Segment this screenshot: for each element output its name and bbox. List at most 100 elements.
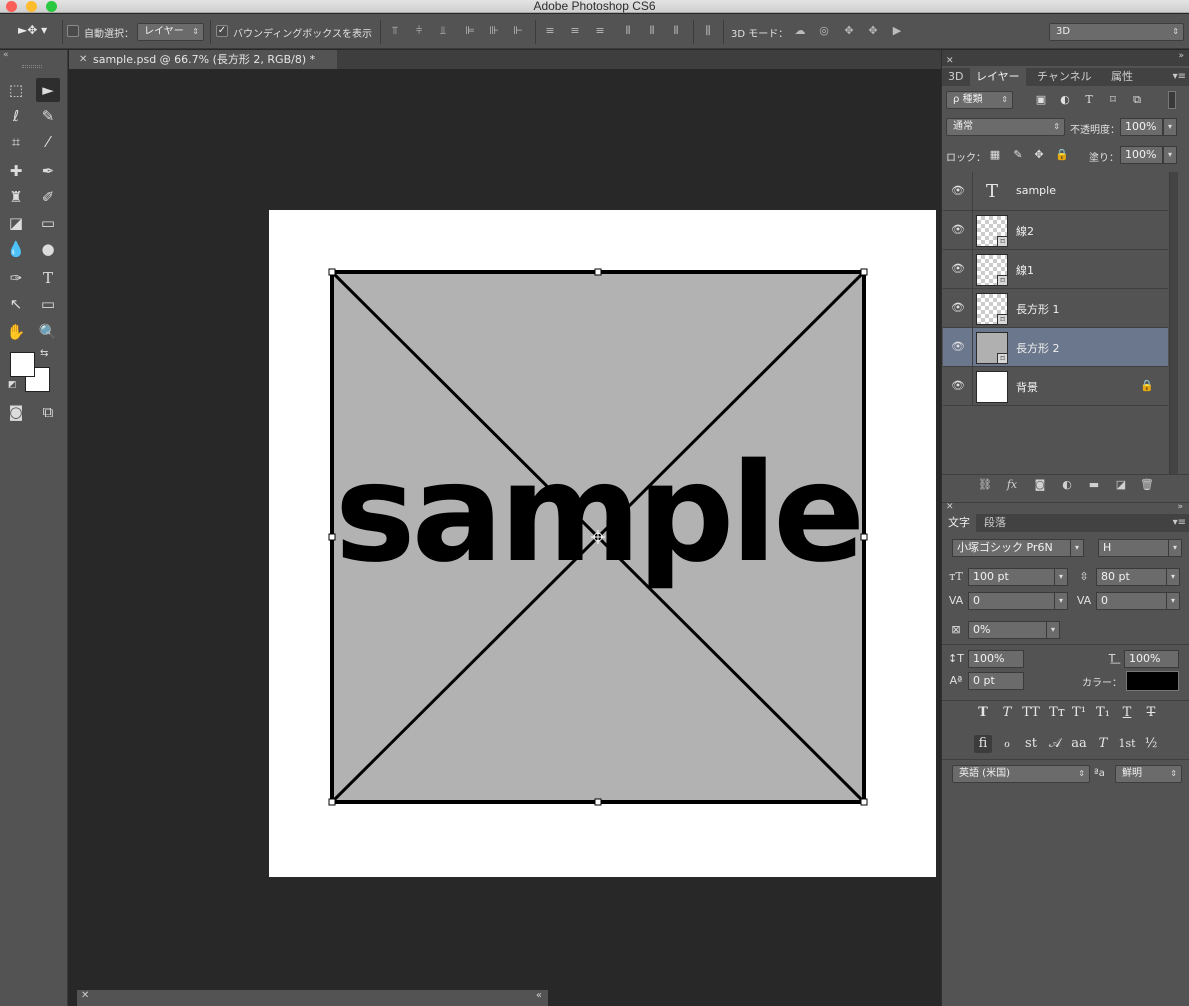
3d-slide-icon[interactable]: ✥ [866, 24, 880, 38]
tracking-field[interactable]: 0 [1096, 592, 1168, 610]
3d-pan-icon[interactable]: ✥ [842, 24, 856, 38]
lasso-tool-icon[interactable]: ℓ [4, 104, 28, 128]
filter-type-icon[interactable]: T [1081, 92, 1097, 108]
3d-roll-icon[interactable]: ◎ [817, 24, 831, 38]
language-dropdown[interactable]: 英語 (米国) ⇕ [952, 765, 1090, 783]
blur-tool-icon[interactable]: 💧 [4, 237, 28, 261]
layer-filter-dropdown[interactable]: ρ 種類 ⇕ [946, 91, 1013, 109]
layer-row[interactable]: 👁 ⌑ 線1 [943, 250, 1168, 289]
distribute-top-icon[interactable]: ≡ [543, 24, 557, 38]
underline-button[interactable]: T [1118, 704, 1136, 722]
collapse-dock-icon[interactable]: » [1178, 51, 1184, 61]
workspace-dropdown[interactable]: 3D ⇕ [1049, 23, 1184, 41]
filter-pixel-icon[interactable]: ▣ [1033, 92, 1049, 108]
align-hcenter-icon[interactable]: ⊪ [487, 24, 501, 38]
close-character-panel-icon[interactable]: ✕ [946, 502, 954, 512]
link-layers-icon[interactable]: ⛓ [977, 477, 993, 493]
filter-adjustment-icon[interactable]: ◐ [1057, 92, 1073, 108]
filter-toggle-switch[interactable] [1168, 91, 1176, 109]
gradient-tool-icon[interactable]: ▭ [36, 211, 60, 235]
font-family-field[interactable]: 小塚ゴシック Pr6N [952, 539, 1076, 557]
visibility-eye-icon[interactable]: 👁 [951, 301, 965, 315]
collapse-character-panel-icon[interactable]: » [1177, 502, 1183, 512]
kerning-dropdown-icon[interactable]: ▾ [1054, 592, 1068, 610]
distribute-right-icon[interactable]: ⦀ [669, 24, 683, 38]
visibility-eye-icon[interactable]: 👁 [951, 340, 965, 354]
visibility-eye-icon[interactable]: 👁 [951, 223, 965, 237]
baseline-shift-field[interactable]: 0 pt [968, 672, 1024, 690]
new-group-icon[interactable]: ▬ [1086, 477, 1102, 493]
hand-tool-icon[interactable]: ✋ [4, 320, 28, 344]
visibility-eye-icon[interactable]: 👁 [951, 184, 965, 198]
close-document-icon[interactable]: ✕ [79, 50, 87, 69]
marquee-tool-icon[interactable]: ⬚ [4, 78, 28, 102]
distribute-bottom-icon[interactable]: ≡ [593, 24, 607, 38]
layer-row[interactable]: 👁 T sample [943, 172, 1168, 211]
filter-shape-icon[interactable]: ⌑ [1105, 92, 1121, 108]
move-tool-icon[interactable]: ► [36, 78, 60, 102]
font-style-field[interactable]: H [1098, 539, 1170, 557]
leading-field[interactable]: 80 pt [1096, 568, 1168, 586]
eraser-tool-icon[interactable]: ◪ [4, 211, 28, 235]
distribute-hcenter-icon[interactable]: ⦀ [645, 24, 659, 38]
opacity-dropdown-icon[interactable]: ▾ [1163, 118, 1177, 136]
document-canvas[interactable]: sample [269, 210, 936, 877]
auto-select-dropdown[interactable]: レイヤー ⇕ [137, 23, 204, 41]
rectangle-tool-icon[interactable]: ▭ [36, 292, 60, 316]
subscript-button[interactable]: T₁ [1094, 704, 1112, 722]
layer-row[interactable]: 👁 ⌑ 線2 [943, 211, 1168, 250]
tsume-field[interactable]: 0% [968, 621, 1048, 639]
align-left-icon[interactable]: ⊫ [463, 24, 477, 38]
healing-brush-tool-icon[interactable]: ✚ [4, 159, 28, 183]
add-mask-icon[interactable]: ◙ [1032, 477, 1048, 493]
quick-selection-tool-icon[interactable]: ✎ [36, 104, 60, 128]
panel-menu-icon[interactable]: ▾≡ [1173, 514, 1186, 532]
panel-menu-icon[interactable]: ▾≡ [1173, 68, 1186, 86]
superscript-button[interactable]: T¹ [1070, 704, 1088, 722]
screen-mode-icon[interactable]: ⧉ [36, 400, 60, 424]
lock-all-icon[interactable]: 🔒 [1054, 147, 1070, 163]
tsume-dropdown-icon[interactable]: ▾ [1046, 621, 1060, 639]
strikethrough-button[interactable]: T [1142, 704, 1160, 722]
visibility-eye-icon[interactable]: 👁 [951, 379, 965, 393]
tab-3d[interactable]: 3D [942, 68, 969, 86]
clone-stamp-tool-icon[interactable]: ♜ [4, 185, 28, 209]
titling-alternates-button[interactable]: T [1094, 735, 1112, 753]
faux-bold-button[interactable]: T [974, 704, 992, 722]
lock-image-icon[interactable]: ✎ [1010, 147, 1026, 163]
font-size-field[interactable]: 100 pt [968, 568, 1058, 586]
brush-tool-icon[interactable]: ✒ [36, 159, 60, 183]
crop-tool-icon[interactable]: ⌗ [4, 130, 28, 154]
antialias-dropdown[interactable]: 鮮明 ⇕ [1115, 765, 1182, 783]
eyedropper-tool-icon[interactable]: ⁄ [36, 130, 60, 154]
type-tool-icon[interactable]: T [36, 266, 60, 290]
tracking-dropdown-icon[interactable]: ▾ [1166, 592, 1180, 610]
quick-mask-icon[interactable]: ◙ [4, 400, 28, 424]
lock-position-icon[interactable]: ✥ [1031, 147, 1047, 163]
adjustment-layer-icon[interactable]: ◐ [1059, 477, 1075, 493]
tab-character[interactable]: 文字 [942, 514, 976, 532]
swash-button[interactable]: 𝒜 [1046, 735, 1064, 753]
foreground-color-swatch[interactable] [10, 352, 35, 377]
font-size-dropdown-icon[interactable]: ▾ [1054, 568, 1068, 586]
close-panel-group-icon[interactable]: ✕ [946, 56, 954, 66]
bounding-box-checkbox[interactable]: ✓ [216, 25, 228, 37]
toolbox-grip[interactable] [22, 65, 42, 68]
fill-field[interactable]: 100% [1120, 146, 1163, 164]
layer-row-selected[interactable]: 👁 ⌑ 長方形 2 [943, 328, 1168, 367]
align-vcenter-icon[interactable]: ⫩ [412, 24, 426, 38]
small-caps-button[interactable]: Tт [1046, 704, 1068, 722]
3d-scale-icon[interactable]: ▶ [890, 24, 904, 38]
filter-smart-object-icon[interactable]: ⧉ [1129, 92, 1145, 108]
lock-transparent-icon[interactable]: ▦ [987, 147, 1003, 163]
default-colors-icon[interactable]: ◩ [8, 380, 17, 390]
collapse-panel-icon[interactable]: « [536, 990, 542, 1001]
visibility-eye-icon[interactable]: 👁 [951, 262, 965, 276]
3d-rotate-icon[interactable]: ☁ [793, 24, 807, 38]
fill-dropdown-icon[interactable]: ▾ [1163, 146, 1177, 164]
align-top-icon[interactable]: ⫪ [388, 24, 402, 38]
distribute-vcenter-icon[interactable]: ≡ [568, 24, 582, 38]
fractions-button[interactable]: ½ [1142, 735, 1160, 753]
tab-paragraph[interactable]: 段落 [978, 514, 1012, 532]
align-right-icon[interactable]: ⊩ [511, 24, 525, 38]
